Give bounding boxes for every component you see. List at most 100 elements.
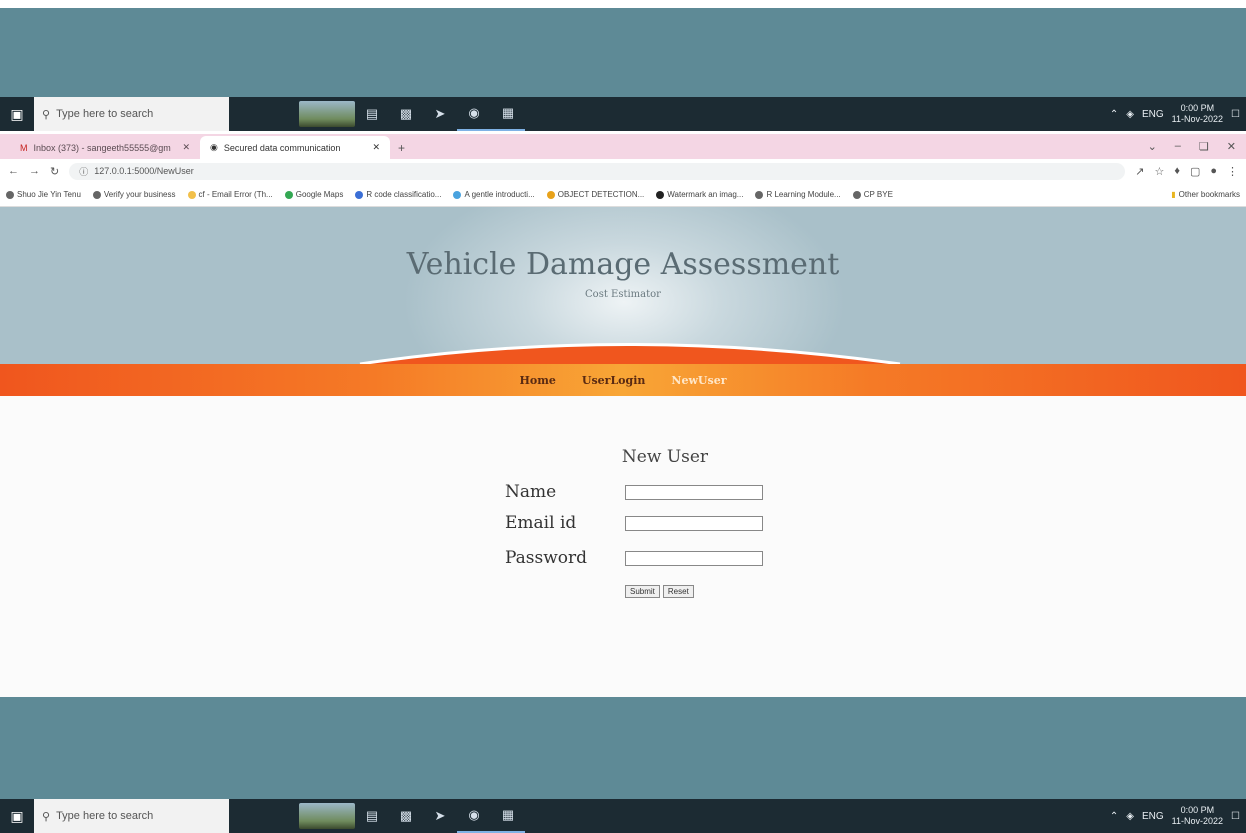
email-label: Email id (505, 513, 577, 533)
bookmark-item[interactable]: R code classificatio... (355, 190, 441, 199)
name-input[interactable] (625, 484, 763, 500)
site-info-icon[interactable]: ⓘ (79, 165, 88, 178)
task-view-icon[interactable]: ▤ (355, 97, 389, 131)
tab-search-icon[interactable]: ⌄ (1148, 140, 1157, 153)
vscode-icon[interactable]: ➤ (423, 97, 457, 131)
windows-start-icon[interactable]: ▣ (0, 799, 34, 833)
network-icon[interactable]: ◈ (1126, 811, 1134, 822)
name-row: Name (505, 482, 763, 502)
bookmark-favicon-icon (755, 190, 764, 199)
web-page: Vehicle Damage Assessment Cost Estimator… (0, 207, 1246, 697)
browser-tab-active[interactable]: ◉ Secured data communication ✕ (200, 136, 390, 159)
tray-language[interactable]: ENG (1142, 811, 1164, 822)
bookmark-favicon-icon (92, 190, 101, 199)
close-tab-icon[interactable]: ✕ (372, 142, 380, 153)
bookmark-favicon-icon (6, 190, 14, 199)
taskbar-weather-thumbnail[interactable] (299, 101, 355, 127)
browser-toolbar: ← → ↻ ⓘ 127.0.0.1:5000/NewUser ↗ ☆ ♦ ▢ ●… (0, 159, 1246, 183)
taskbar-top: ▣ ⚲ Type here to search ▤ ▩ ➤ ◉ ▦ ⌃ ◈ EN… (0, 97, 1246, 131)
tray-chevron-icon[interactable]: ⌃ (1110, 109, 1118, 120)
bookmark-item[interactable]: Verify your business (92, 190, 176, 199)
taskbar-bottom: ▣ ⚲ Type here to search ▤ ▩ ➤ ◉ ▦ ⌃ ◈ EN… (0, 799, 1246, 833)
nav-home-link[interactable]: Home (519, 374, 555, 387)
bookmark-item[interactable]: OBJECT DETECTION... (546, 190, 644, 199)
bookmark-favicon-icon (852, 190, 861, 199)
word-icon[interactable]: ▩ (389, 799, 423, 833)
bookmark-item[interactable]: cf - Email Error (Th... (187, 190, 273, 199)
clock-date: 11-Nov-2022 (1171, 816, 1224, 826)
email-input[interactable] (625, 515, 763, 531)
share-icon[interactable]: ↗ (1135, 165, 1144, 178)
sidepanel-icon[interactable]: ▢ (1190, 165, 1200, 178)
email-row: Email id (505, 513, 763, 533)
forward-icon[interactable]: → (29, 165, 40, 177)
reset-button[interactable]: Reset (662, 585, 694, 598)
taskbar-clock[interactable]: 0:00 PM 11-Nov-2022 (1172, 805, 1223, 827)
password-input[interactable] (625, 550, 763, 566)
nav-userlogin-link[interactable]: UserLogin (582, 374, 646, 387)
spreadsheet-icon[interactable]: ▦ (491, 799, 525, 833)
clock-date: 11-Nov-2022 (1171, 114, 1224, 124)
url-text: 127.0.0.1:5000/NewUser (94, 166, 194, 176)
site-subtitle: Cost Estimator (585, 289, 661, 300)
bookmark-item[interactable]: R Learning Module... (755, 190, 841, 199)
submit-button[interactable]: Submit (625, 585, 660, 598)
form-title: New User (621, 447, 709, 467)
main-nav: Home UserLogin NewUser (0, 364, 1246, 396)
notification-icon[interactable]: ☐ (1231, 109, 1240, 120)
bookmark-item[interactable]: Watermark an imag... (656, 190, 743, 199)
form-buttons: Submit Reset (625, 585, 694, 598)
taskbar-weather-thumbnail[interactable] (299, 803, 355, 829)
profile-avatar-icon[interactable]: ● (1210, 165, 1217, 178)
bookmark-item[interactable]: A gentle introducti... (453, 190, 535, 199)
back-icon[interactable]: ← (8, 165, 19, 177)
site-title: Vehicle Damage Assessment (406, 247, 840, 282)
bookmark-item[interactable]: CP BYE (852, 190, 893, 199)
bookmark-favicon-icon (355, 190, 364, 199)
search-icon: ⚲ (42, 810, 51, 823)
taskbar-clock[interactable]: 0:00 PM 11-Nov-2022 (1172, 103, 1223, 125)
browser-tab-strip: M Inbox (373) - sangeeth55555@gm ✕ ◉ Sec… (0, 131, 1246, 159)
notification-icon[interactable]: ☐ (1231, 811, 1240, 822)
close-window-icon[interactable]: ✕ (1227, 140, 1236, 153)
globe-icon: ◉ (210, 142, 218, 152)
content-area (0, 396, 1246, 697)
network-icon[interactable]: ◈ (1126, 109, 1134, 120)
taskbar-search[interactable]: ⚲ Type here to search (34, 799, 229, 833)
password-row: Password (505, 548, 763, 568)
reload-icon[interactable]: ↻ (50, 165, 59, 178)
new-tab-icon[interactable]: + (390, 141, 413, 159)
spreadsheet-icon[interactable]: ▦ (491, 97, 525, 131)
system-tray: ⌃ ◈ ENG 0:00 PM 11-Nov-2022 ☐ (1110, 103, 1246, 125)
word-icon[interactable]: ▩ (389, 97, 423, 131)
desktop-background-bottom (0, 697, 1246, 799)
maximize-icon[interactable]: ❏ (1199, 140, 1209, 153)
menu-kebab-icon[interactable]: ⋮ (1227, 165, 1238, 178)
bookmark-favicon-icon (187, 190, 196, 199)
chrome-icon[interactable]: ◉ (457, 799, 491, 833)
chrome-icon[interactable]: ◉ (457, 97, 491, 131)
other-bookmarks[interactable]: ▮ Other bookmarks (1171, 190, 1246, 199)
task-view-icon[interactable]: ▤ (355, 799, 389, 833)
extensions-icon[interactable]: ♦ (1174, 165, 1180, 178)
bookmark-star-icon[interactable]: ☆ (1154, 165, 1164, 178)
close-tab-icon[interactable]: ✕ (182, 142, 190, 153)
minimize-icon[interactable]: – (1175, 140, 1181, 153)
address-bar[interactable]: ⓘ 127.0.0.1:5000/NewUser (69, 162, 1126, 180)
browser-tab-inbox[interactable]: M Inbox (373) - sangeeth55555@gm ✕ (10, 136, 200, 159)
bookmark-item[interactable]: Shuo Jie Yin Tenu (6, 190, 81, 199)
clock-time: 0:00 PM (1180, 805, 1215, 815)
tray-chevron-icon[interactable]: ⌃ (1110, 811, 1118, 822)
password-label: Password (505, 548, 588, 568)
search-icon: ⚲ (42, 108, 51, 121)
windows-start-icon[interactable]: ▣ (0, 97, 34, 131)
tray-language[interactable]: ENG (1142, 109, 1164, 120)
taskbar-search[interactable]: ⚲ Type here to search (34, 97, 229, 131)
vscode-icon[interactable]: ➤ (423, 799, 457, 833)
tab-label: Secured data communication (223, 142, 341, 153)
bookmark-favicon-icon (656, 190, 665, 199)
system-tray: ⌃ ◈ ENG 0:00 PM 11-Nov-2022 ☐ (1110, 805, 1246, 827)
gmail-icon: M (20, 142, 28, 153)
nav-newuser-link[interactable]: NewUser (671, 374, 726, 387)
bookmark-item[interactable]: Google Maps (284, 190, 343, 199)
